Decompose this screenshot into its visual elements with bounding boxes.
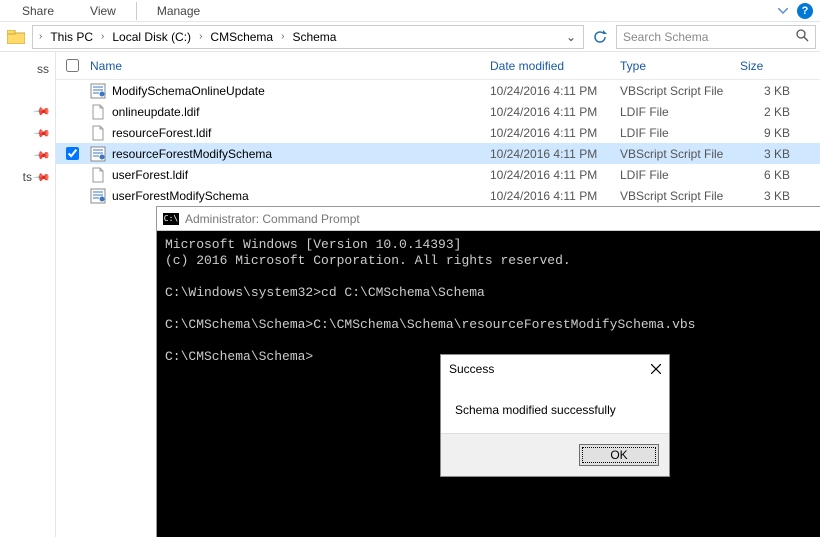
- nav-item[interactable]: 📌: [0, 144, 55, 166]
- nav-item[interactable]: 📌: [0, 122, 55, 144]
- nav-item[interactable]: ss: [0, 58, 55, 80]
- column-select-all[interactable]: [58, 59, 86, 72]
- breadcrumb-item[interactable]: Schema: [288, 30, 340, 44]
- column-type[interactable]: Type: [620, 59, 740, 73]
- file-size: 3 KB: [740, 189, 820, 203]
- file-row[interactable]: resourceForestModifySchema 10/24/2016 4:1…: [56, 143, 820, 164]
- file-date: 10/24/2016 4:11 PM: [490, 147, 620, 161]
- address-bar: › This PC › Local Disk (C:) › CMSchema ›…: [0, 22, 820, 52]
- message-box-title: Success: [449, 362, 494, 376]
- file-size: 2 KB: [740, 105, 820, 119]
- nav-item[interactable]: 📌: [0, 100, 55, 122]
- breadcrumb-dropdown[interactable]: ⌄: [563, 30, 579, 44]
- chevron-down-icon: [778, 8, 788, 14]
- file-size: 3 KB: [740, 84, 820, 98]
- help-button[interactable]: ?: [794, 0, 816, 22]
- command-prompt-title: Administrator: Command Prompt: [185, 212, 360, 226]
- ribbon-separator: [136, 2, 137, 20]
- ribbon-tab-view[interactable]: View: [72, 0, 134, 21]
- column-headers: Name Date modified Type Size: [56, 52, 820, 80]
- pin-icon: 📌: [33, 102, 52, 121]
- folder-icon: [7, 30, 25, 44]
- message-box-titlebar[interactable]: Success: [441, 355, 669, 383]
- file-type: LDIF File: [620, 168, 740, 182]
- file-date: 10/24/2016 4:11 PM: [490, 84, 620, 98]
- file-name: ModifySchemaOnlineUpdate: [112, 84, 265, 98]
- vbscript-file-icon: [90, 146, 106, 162]
- ribbon-tabs: Share View Manage ?: [0, 0, 820, 22]
- navigation-pane: ss 📌 📌 📌 ts 📌: [0, 52, 56, 537]
- file-name-cell[interactable]: onlineupdate.ldif: [86, 104, 490, 120]
- row-checkbox[interactable]: [66, 147, 79, 160]
- select-all-checkbox[interactable]: [66, 59, 79, 72]
- chevron-right-icon: ›: [99, 31, 106, 42]
- file-date: 10/24/2016 4:11 PM: [490, 168, 620, 182]
- generic-file-icon: [90, 167, 106, 183]
- pin-icon: 📌: [33, 168, 52, 187]
- generic-file-icon: [90, 104, 106, 120]
- file-name: onlineupdate.ldif: [112, 105, 199, 119]
- vbscript-file-icon: [90, 188, 106, 204]
- breadcrumb-item[interactable]: Local Disk (C:): [108, 30, 195, 44]
- breadcrumb[interactable]: › This PC › Local Disk (C:) › CMSchema ›…: [32, 25, 584, 49]
- folder-up-button[interactable]: [4, 25, 28, 49]
- search-placeholder: Search Schema: [623, 30, 708, 44]
- generic-file-icon: [90, 125, 106, 141]
- breadcrumb-item[interactable]: This PC: [46, 30, 97, 44]
- file-size: 9 KB: [740, 126, 820, 140]
- vbscript-file-icon: [90, 83, 106, 99]
- message-box: Success Schema modified successfully OK: [440, 354, 670, 477]
- file-name: userForestModifySchema: [112, 189, 249, 203]
- file-name: userForest.ldif: [112, 168, 188, 182]
- file-type: LDIF File: [620, 105, 740, 119]
- file-name-cell[interactable]: resourceForest.ldif: [86, 125, 490, 141]
- file-name: resourceForestModifySchema: [112, 147, 272, 161]
- refresh-icon: [593, 30, 607, 44]
- command-prompt-icon: C:\: [163, 213, 179, 225]
- close-button[interactable]: [651, 361, 661, 377]
- file-row[interactable]: resourceForest.ldif 10/24/2016 4:11 PMLDI…: [56, 122, 820, 143]
- breadcrumb-item[interactable]: CMSchema: [206, 30, 277, 44]
- file-date: 10/24/2016 4:11 PM: [490, 105, 620, 119]
- help-icon: ?: [797, 3, 813, 19]
- message-box-footer: OK: [441, 433, 669, 476]
- close-icon: [651, 364, 661, 374]
- file-name-cell[interactable]: resourceForestModifySchema: [86, 146, 490, 162]
- file-row[interactable]: userForestModifySchema 10/24/2016 4:11 PM…: [56, 185, 820, 206]
- file-size: 6 KB: [740, 168, 820, 182]
- chevron-right-icon: ›: [279, 31, 286, 42]
- file-name-cell[interactable]: ModifySchemaOnlineUpdate: [86, 83, 490, 99]
- nav-item[interactable]: ts 📌: [0, 166, 55, 188]
- file-date: 10/24/2016 4:11 PM: [490, 126, 620, 140]
- file-size: 3 KB: [740, 147, 820, 161]
- ribbon-expand-button[interactable]: [772, 0, 794, 22]
- message-box-body: Schema modified successfully: [441, 383, 669, 433]
- command-prompt-titlebar[interactable]: C:\ Administrator: Command Prompt: [157, 207, 820, 231]
- file-row[interactable]: userForest.ldif 10/24/2016 4:11 PMLDIF Fi…: [56, 164, 820, 185]
- search-input[interactable]: Search Schema: [616, 25, 816, 49]
- pin-icon: 📌: [33, 124, 52, 143]
- row-checkbox-cell: [58, 147, 86, 160]
- ribbon-tab-share[interactable]: Share: [4, 0, 72, 21]
- file-row[interactable]: onlineupdate.ldif 10/24/2016 4:11 PMLDIF …: [56, 101, 820, 122]
- file-type: LDIF File: [620, 126, 740, 140]
- chevron-right-icon: ›: [197, 31, 204, 42]
- ribbon-tab-manage[interactable]: Manage: [139, 0, 218, 21]
- file-row[interactable]: ModifySchemaOnlineUpdate 10/24/2016 4:11 …: [56, 80, 820, 101]
- search-icon: [796, 29, 809, 45]
- file-date: 10/24/2016 4:11 PM: [490, 189, 620, 203]
- file-name-cell[interactable]: userForest.ldif: [86, 167, 490, 183]
- ok-button[interactable]: OK: [579, 444, 659, 466]
- file-type: VBScript Script File: [620, 189, 740, 203]
- chevron-right-icon: ›: [37, 31, 44, 42]
- column-name[interactable]: Name: [86, 59, 490, 73]
- column-date[interactable]: Date modified: [490, 59, 620, 73]
- pin-icon: 📌: [33, 146, 52, 165]
- refresh-button[interactable]: [588, 25, 612, 49]
- file-type: VBScript Script File: [620, 84, 740, 98]
- file-name-cell[interactable]: userForestModifySchema: [86, 188, 490, 204]
- file-name: resourceForest.ldif: [112, 126, 211, 140]
- column-size[interactable]: Size: [740, 59, 820, 73]
- file-type: VBScript Script File: [620, 147, 740, 161]
